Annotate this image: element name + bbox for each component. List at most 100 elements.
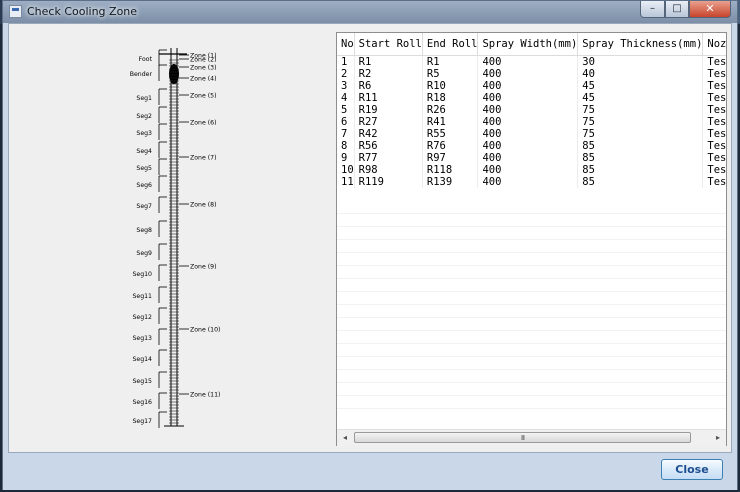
column-header-spray-thickness[interactable]: Spray Thickness(mm)	[577, 33, 704, 56]
cell-start-roll[interactable]: R56	[354, 140, 423, 152]
cell-no[interactable]: 5	[337, 104, 355, 116]
table-row[interactable]: 5R19R2640075TestSalb_N2	[337, 104, 726, 116]
cell-no[interactable]: 9	[337, 152, 355, 164]
cell-nozzle[interactable]: TestSalb_N2	[702, 68, 726, 80]
cell-end-roll[interactable]: R118	[422, 164, 479, 176]
cell-end-roll[interactable]: R139	[422, 176, 479, 188]
cell-no[interactable]: 4	[337, 92, 355, 104]
cell-nozzle[interactable]: TestSalb_N2	[702, 176, 726, 188]
cell-start-roll[interactable]: R77	[354, 152, 423, 164]
table-row[interactable]: 9R77R9740085TestSalb_N2	[337, 152, 726, 164]
cell-spray-thickness[interactable]: 45	[577, 80, 704, 92]
cell-start-roll[interactable]: R1	[354, 55, 423, 68]
segment-label: Seg2	[136, 113, 152, 120]
table-row[interactable]: 7R42R5540075TestSalb_N2	[337, 128, 726, 140]
minimize-button[interactable]: –	[640, 1, 665, 18]
table-row[interactable]: 6R27R4140075TestSalb_N2	[337, 116, 726, 128]
scroll-left-arrow-icon[interactable]: ◂	[339, 432, 351, 444]
table-row[interactable]: 10R98R11840085TestSalb_N2	[337, 164, 726, 176]
cell-start-roll[interactable]: R119	[354, 176, 423, 188]
grid-empty-line	[337, 265, 726, 266]
cell-start-roll[interactable]: R6	[354, 80, 423, 92]
cell-end-roll[interactable]: R26	[422, 104, 479, 116]
cell-spray-thickness[interactable]: 75	[577, 116, 704, 128]
grid-empty-line	[337, 408, 726, 409]
cell-nozzle[interactable]: TestSalb_N2	[702, 116, 726, 128]
cell-nozzle[interactable]: TestSalb_N2	[702, 128, 726, 140]
cell-end-roll[interactable]: R18	[422, 92, 479, 104]
cell-spray-width[interactable]: 400	[477, 176, 579, 188]
cell-nozzle[interactable]: TestSalb_N2	[702, 80, 726, 92]
cell-start-roll[interactable]: R98	[354, 164, 423, 176]
table-row[interactable]: 2R2R540040TestSalb_N2	[337, 68, 726, 80]
cell-nozzle[interactable]: TestSalb_N2	[702, 152, 726, 164]
cell-no[interactable]: 7	[337, 128, 355, 140]
column-header-start-roll[interactable]: Start Roll	[354, 33, 423, 56]
cell-start-roll[interactable]: R42	[354, 128, 423, 140]
cell-spray-width[interactable]: 400	[477, 128, 579, 140]
cell-start-roll[interactable]: R11	[354, 92, 423, 104]
cell-no[interactable]: 8	[337, 140, 355, 152]
cell-end-roll[interactable]: R10	[422, 80, 479, 92]
column-header-end-roll[interactable]: End Roll	[422, 33, 479, 56]
cell-no[interactable]: 2	[337, 68, 355, 80]
cell-spray-width[interactable]: 400	[477, 116, 579, 128]
cell-spray-thickness[interactable]: 75	[577, 104, 704, 116]
cell-end-roll[interactable]: R55	[422, 128, 479, 140]
window-app-icon[interactable]	[9, 5, 22, 18]
cell-nozzle[interactable]: TestSalb_N2	[702, 140, 726, 152]
close-button[interactable]: Close	[661, 459, 723, 480]
cell-spray-thickness[interactable]: 85	[577, 140, 704, 152]
scroll-thumb[interactable]: III	[354, 432, 691, 443]
cell-start-roll[interactable]: R2	[354, 68, 423, 80]
cell-start-roll[interactable]: R19	[354, 104, 423, 116]
column-header-no[interactable]: No	[337, 33, 355, 56]
cell-spray-thickness[interactable]: 40	[577, 68, 704, 80]
cell-spray-thickness[interactable]: 30	[577, 55, 704, 68]
cell-spray-thickness[interactable]: 85	[577, 152, 704, 164]
cell-nozzle[interactable]: TestSalb_N2	[702, 92, 726, 104]
cell-spray-width[interactable]: 400	[477, 55, 579, 68]
horizontal-scrollbar[interactable]: ◂ III ▸	[337, 429, 726, 446]
cell-spray-width[interactable]: 400	[477, 80, 579, 92]
cell-end-roll[interactable]: R97	[422, 152, 479, 164]
table-row[interactable]: 4R11R1840045TestSalb_N2	[337, 92, 726, 104]
scroll-right-arrow-icon[interactable]: ▸	[712, 432, 724, 444]
table-row[interactable]: 8R56R7640085TestSalb_N2	[337, 140, 726, 152]
cell-no[interactable]: 6	[337, 116, 355, 128]
table-row[interactable]: 3R6R1040045TestSalb_N2	[337, 80, 726, 92]
segment-label: Seg8	[136, 227, 152, 234]
cell-end-roll[interactable]: R1	[422, 55, 479, 68]
maximize-button[interactable]: □	[665, 1, 689, 18]
cell-no[interactable]: 1	[337, 55, 355, 68]
cell-nozzle[interactable]: TestSalb_N1	[702, 55, 726, 68]
cell-spray-thickness[interactable]: 85	[577, 164, 704, 176]
cell-nozzle[interactable]: TestSalb_N2	[702, 164, 726, 176]
cell-start-roll[interactable]: R27	[354, 116, 423, 128]
cell-end-roll[interactable]: R76	[422, 140, 479, 152]
cell-spray-thickness[interactable]: 85	[577, 176, 704, 188]
cell-spray-thickness[interactable]: 45	[577, 92, 704, 104]
cell-spray-width[interactable]: 400	[477, 140, 579, 152]
title-bar[interactable]: Check Cooling Zone – □ ✕	[3, 1, 737, 23]
window-close-button[interactable]: ✕	[689, 1, 731, 18]
cell-end-roll[interactable]: R5	[422, 68, 479, 80]
cell-no[interactable]: 3	[337, 80, 355, 92]
cell-spray-width[interactable]: 400	[477, 104, 579, 116]
cell-spray-width[interactable]: 400	[477, 164, 579, 176]
table-row[interactable]: 11R119R13940085TestSalb_N2	[337, 176, 726, 188]
cell-end-roll[interactable]: R41	[422, 116, 479, 128]
cell-spray-width[interactable]: 400	[477, 68, 579, 80]
cell-spray-width[interactable]: 400	[477, 92, 579, 104]
cell-no[interactable]: 11	[337, 176, 355, 188]
column-header-nozzle[interactable]: Nozzle	[702, 33, 726, 56]
segment-label: Foot	[139, 56, 153, 63]
grid-empty-line	[337, 369, 726, 370]
cell-spray-width[interactable]: 400	[477, 152, 579, 164]
cooling-zone-grid[interactable]: No Start Roll End Roll Spray Width(mm) S…	[336, 32, 727, 446]
table-row[interactable]: 1R1R140030TestSalb_N1	[337, 55, 726, 68]
cell-spray-thickness[interactable]: 75	[577, 128, 704, 140]
cell-no[interactable]: 10	[337, 164, 355, 176]
column-header-spray-width[interactable]: Spray Width(mm)	[477, 33, 579, 56]
cell-nozzle[interactable]: TestSalb_N2	[702, 104, 726, 116]
